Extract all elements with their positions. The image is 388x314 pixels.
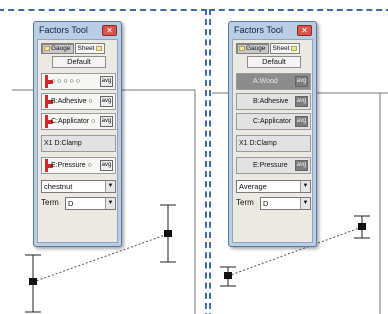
left-sheet-label: Sheet <box>77 45 95 52</box>
right-avg-button-c[interactable]: avg <box>295 116 308 127</box>
right-tool-title: Factors Tool <box>234 25 283 35</box>
chevron-down-icon[interactable]: ▼ <box>300 181 310 192</box>
right-factor-c-label: C:Applicator <box>253 118 292 125</box>
left-avg-button-e[interactable]: avg <box>100 160 113 171</box>
right-sheet-label: Sheet <box>272 45 290 52</box>
right-factor-row-d[interactable]: X1 D:Clamp <box>236 135 311 152</box>
left-factor-d-text: X1 D:Clamp <box>44 136 82 151</box>
right-factor-d-label: D:Clamp <box>249 140 277 147</box>
left-gauge-label: Gauge <box>51 45 71 52</box>
right-term-value: D <box>263 199 269 208</box>
right-avg-button-b[interactable]: avg <box>295 96 308 107</box>
left-factor-c-label: C:Applicator ○ <box>51 118 96 125</box>
right-sheet-toggle[interactable]: Sheet <box>269 43 300 54</box>
left-tool-title: Factors Tool <box>39 25 88 35</box>
left-factor-row-c[interactable]: C:Applicator ○ avg <box>41 113 116 130</box>
left-default-button[interactable]: Default <box>52 56 106 68</box>
right-avg-button-a[interactable]: avg <box>295 76 308 87</box>
right-term-label: Term <box>236 198 254 207</box>
gauge-swatch-icon <box>239 46 245 51</box>
left-avg-button-c[interactable]: avg <box>100 116 113 127</box>
chevron-down-icon[interactable]: ▼ <box>105 198 115 209</box>
left-sheet-toggle[interactable]: Sheet <box>74 43 105 54</box>
chevron-down-icon[interactable]: ▼ <box>105 181 115 192</box>
right-factor-a-label: A:Wood <box>253 78 278 85</box>
right-factor-d-text: X1 D:Clamp <box>239 136 277 151</box>
right-close-button[interactable]: ✕ <box>297 25 312 36</box>
left-avg-button-b[interactable]: avg <box>100 96 113 107</box>
sheet-swatch-icon <box>290 46 297 51</box>
right-gauge-toggle[interactable]: Gauge <box>236 43 269 54</box>
gauge-swatch-icon <box>44 46 50 51</box>
right-factor-b-label: B:Adhesive <box>253 98 289 105</box>
sheet-swatch-icon <box>95 46 102 51</box>
left-factors-tool-window[interactable]: Factors Tool ✕ Gauge Sheet Default ○ ○ ○… <box>33 21 122 247</box>
right-factor-d-prefix: X1 <box>239 140 248 147</box>
right-factor-row-a[interactable]: A:Wood avg <box>236 73 311 90</box>
left-term-label: Term <box>41 198 59 207</box>
right-default-button[interactable]: Default <box>247 56 301 68</box>
right-avg-button-e[interactable]: avg <box>295 160 308 171</box>
left-factor-row-b[interactable]: B:Adhesive ○ avg <box>41 93 116 110</box>
left-avg-button-a[interactable]: avg <box>100 76 113 87</box>
left-factor-d-prefix: X1 <box>44 140 53 147</box>
right-factors-tool-window[interactable]: Factors Tool ✕ Gauge Sheet Default A:Woo… <box>228 21 317 247</box>
left-level-select[interactable]: chestnut ▼ <box>41 180 116 193</box>
right-term-select[interactable]: D ▼ <box>260 197 311 210</box>
right-factor-row-c[interactable]: C:Applicator avg <box>236 113 311 130</box>
right-toggle-row: Gauge Sheet <box>236 43 300 54</box>
left-factor-e-label: E:Pressure ○ <box>51 162 92 169</box>
left-term-select[interactable]: D ▼ <box>65 197 116 210</box>
left-factor-a-label: ○ ○ ○ ○ ○ <box>51 78 80 85</box>
left-close-button[interactable]: ✕ <box>102 25 117 36</box>
right-level-select[interactable]: Average ▼ <box>236 180 311 193</box>
left-factor-row-a[interactable]: ○ ○ ○ ○ ○ avg <box>41 73 116 90</box>
left-term-value: D <box>68 199 74 208</box>
left-factor-row-d[interactable]: X1 D:Clamp <box>41 135 116 152</box>
right-factor-row-b[interactable]: B:Adhesive avg <box>236 93 311 110</box>
left-slider-a[interactable] <box>45 75 53 88</box>
left-factor-row-e[interactable]: E:Pressure ○ avg <box>41 157 116 174</box>
right-gauge-label: Gauge <box>246 45 266 52</box>
right-factor-e-label: E:Pressure <box>253 162 288 169</box>
left-slider-c[interactable] <box>45 115 53 128</box>
right-tool-body: Gauge Sheet Default A:Wood avg B:Adhesiv… <box>232 39 313 243</box>
right-level-value: Average <box>239 182 267 191</box>
left-tool-body: Gauge Sheet Default ○ ○ ○ ○ ○ avg B:Adhe… <box>37 39 118 243</box>
left-slider-b[interactable] <box>45 95 53 108</box>
screenshot-stage: Factors Tool ✕ Gauge Sheet Default ○ ○ ○… <box>0 0 388 314</box>
right-factor-row-e[interactable]: E:Pressure avg <box>236 157 311 174</box>
chevron-down-icon[interactable]: ▼ <box>300 198 310 209</box>
left-toggle-row: Gauge Sheet <box>41 43 105 54</box>
left-factor-d-label: D:Clamp <box>54 140 82 147</box>
left-gauge-toggle[interactable]: Gauge <box>41 43 74 54</box>
left-factor-b-label: B:Adhesive ○ <box>51 98 93 105</box>
left-slider-e[interactable] <box>45 159 53 172</box>
left-level-value: chestnut <box>44 182 73 191</box>
